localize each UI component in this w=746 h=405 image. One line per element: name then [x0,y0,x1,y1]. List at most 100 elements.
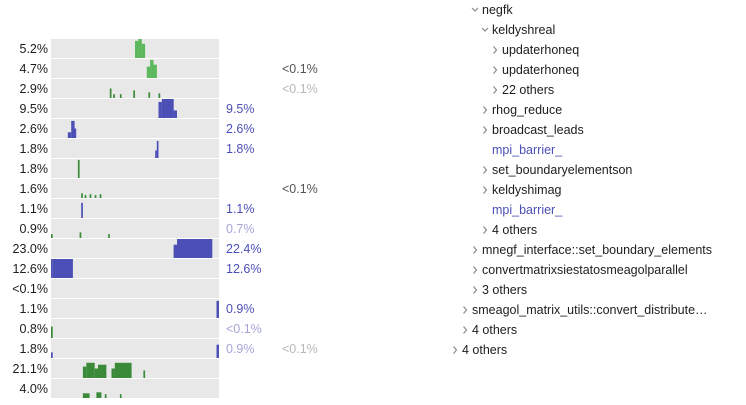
activity-spike [119,394,122,398]
timeline-track [51,319,219,338]
total-percent: 1.8% [19,342,49,356]
chevron-down-icon[interactable] [470,0,480,20]
total-percent: 1.6% [19,182,49,196]
chevron-right-icon[interactable] [470,280,480,300]
activity-spike [94,195,97,198]
profile-row[interactable]: 2.9% <0.1% [0,79,746,99]
timeline-track [51,199,219,218]
total-percent: 1.8% [19,142,49,156]
activity-spike [77,159,80,178]
profile-row[interactable]: 1.8% 1.8% [0,139,746,159]
chevron-right-icon[interactable] [490,60,500,80]
activity-spike [67,132,72,138]
chevron-right-icon[interactable] [480,160,490,180]
timeline-sparkline [82,362,146,378]
chevron-right-icon[interactable] [470,240,480,260]
chevron-right-icon[interactable] [450,340,460,360]
self-percent: <0.1% [226,322,262,336]
chevron-right-icon[interactable] [460,320,470,340]
timeline-track [51,219,219,238]
activity-spike [89,194,92,198]
profile-row[interactable]: 2.6% 2.6% [0,119,746,139]
profile-row[interactable]: 5.2% [0,39,746,59]
activity-spike [173,244,177,258]
chevron-down-icon[interactable] [480,20,490,40]
tree-node-label: 22 others [502,83,555,97]
activity-spike [138,39,142,58]
tree-node-label: 3 others [482,283,528,297]
timeline-sparkline [51,232,110,238]
secondary-percent: <0.1% [282,182,318,196]
timeline-sparkline [81,193,102,198]
timeline-sparkline [158,99,177,118]
timeline-sparkline [67,120,77,138]
activity-spike [99,194,102,198]
chevron-right-icon[interactable] [480,100,490,120]
activity-spike [108,234,110,238]
timeline-track [51,139,219,158]
activity-spike [150,59,154,78]
activity-spike [82,366,87,378]
activity-spike [51,352,53,358]
timeline-track [51,119,219,138]
chevron-right-icon[interactable] [480,120,490,140]
activity-spike [51,326,53,338]
tree-node-label: 4 others [462,343,508,357]
self-percent: 1.8% [226,142,255,156]
chevron-right-icon[interactable] [490,80,500,100]
activity-spike [216,300,219,318]
secondary-percent: <0.1% [282,62,318,76]
activity-spike [146,66,151,78]
chevron-right-icon[interactable] [480,180,490,200]
self-percent: 0.7% [226,222,255,236]
activity-spike [161,99,174,118]
timeline-sparkline [146,59,157,78]
timeline-sparkline [109,88,161,98]
activity-spike [158,101,162,118]
tree-node-label: mpi_barrier_ [492,143,563,157]
profile-row[interactable]: 1.1% 1.1% [0,199,746,219]
self-percent: 0.9% [226,342,255,356]
activity-spike [133,90,135,98]
self-percent: 2.6% [226,122,255,136]
profile-row[interactable]: <0.1% [0,279,746,299]
timeline-track [51,79,219,98]
self-percent: 1.1% [226,202,255,216]
activity-spike [143,370,146,378]
timeline-sparkline [173,239,213,258]
timeline-sparkline [51,259,73,278]
profile-row[interactable]: 1.8% 0.9% <0.1% [0,339,746,359]
activity-spike [216,344,219,358]
activity-spike [153,64,157,78]
tree-node-label: 4 others [472,323,518,337]
total-percent: 4.0% [19,382,49,396]
chevron-right-icon[interactable] [490,40,500,60]
timeline-sparkline [51,279,219,298]
timeline-track [51,39,219,58]
total-percent: 1.1% [19,302,49,316]
tree-node-label: convertmatrixsiestatosmeagolparallel [482,263,688,277]
profile-row[interactable]: 21.1% [0,359,746,379]
chevron-right-icon[interactable] [460,300,470,320]
chevron-right-icon[interactable] [480,220,490,240]
activity-spike [177,239,213,258]
profile-row[interactable]: 1.8% [0,159,746,179]
profile-row[interactable]: 1.6% <0.1% [0,179,746,199]
profile-row[interactable]: 0.8% <0.1% [0,319,746,339]
tree-node-label: keldyshreal [492,23,556,37]
timeline-track [51,279,219,298]
total-percent: 2.6% [19,122,49,136]
profile-row[interactable]: 9.5% 9.5% [0,99,746,119]
activity-spike [86,362,95,378]
tree-node-label: mpi_barrier_ [492,203,563,217]
activity-spike [156,140,159,158]
profile-row[interactable]: 4.7% <0.1% [0,59,746,79]
chevron-right-icon[interactable] [470,260,480,280]
activity-spike [79,232,82,238]
profile-row[interactable]: 4.0% [0,379,746,399]
total-percent: 5.2% [19,42,49,56]
timeline-sparkline [51,326,53,338]
total-percent: 9.5% [19,102,49,116]
profile-row[interactable]: 0.9% 0.7% [0,219,746,239]
timeline-sparkline [216,300,219,318]
